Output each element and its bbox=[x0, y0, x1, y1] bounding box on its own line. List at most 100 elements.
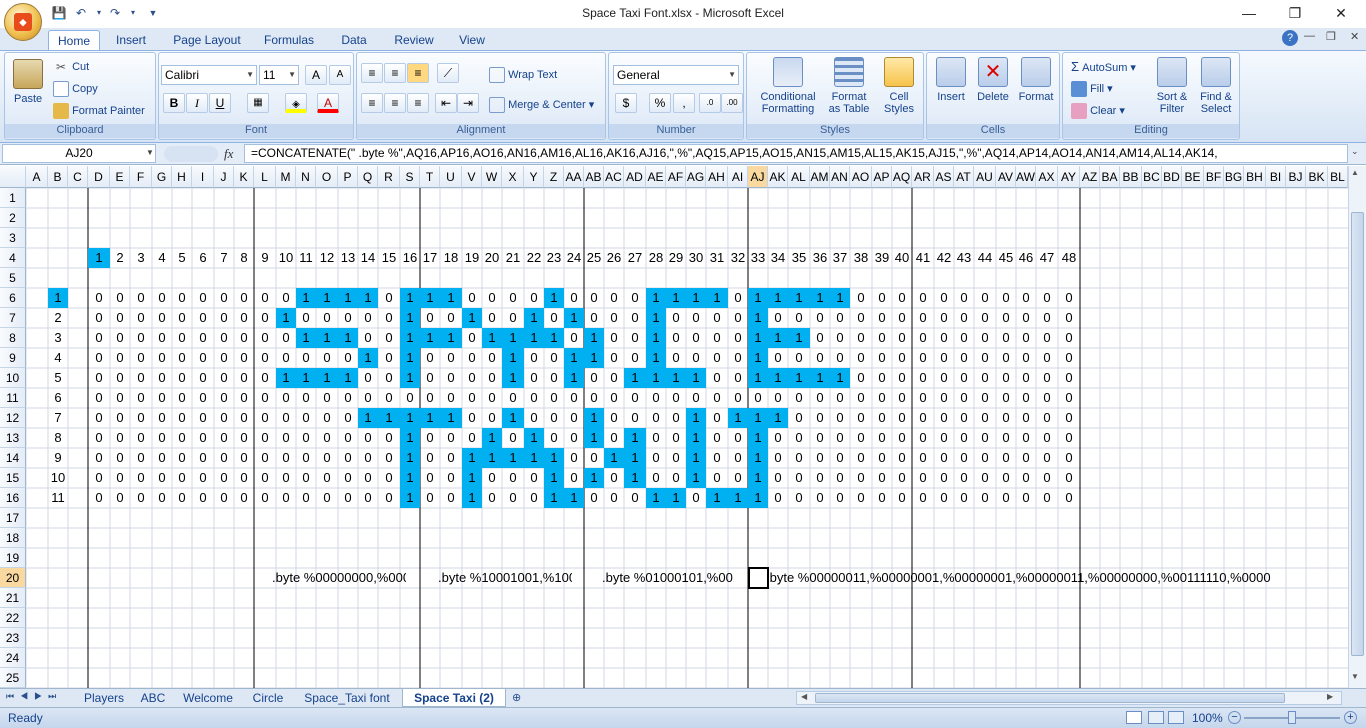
select-all-corner[interactable] bbox=[0, 166, 26, 188]
customize-qat-icon[interactable]: ▼ bbox=[144, 4, 162, 22]
copy-button[interactable]: Copy bbox=[53, 81, 98, 97]
sheet-tab-abc[interactable]: ABC bbox=[136, 689, 170, 707]
column-header[interactable]: AO bbox=[850, 166, 872, 188]
column-header[interactable]: AW bbox=[1016, 166, 1036, 188]
ribbon-restore-icon[interactable]: ❐ bbox=[1326, 30, 1336, 43]
column-header[interactable]: BB bbox=[1120, 166, 1142, 188]
row-header[interactable]: 3 bbox=[0, 228, 26, 248]
column-header[interactable]: AN bbox=[830, 166, 850, 188]
fill-color-button[interactable]: ◈ bbox=[285, 93, 307, 113]
scroll-left-icon[interactable]: ◀ bbox=[801, 692, 807, 701]
undo-icon[interactable]: ↶ bbox=[72, 4, 90, 22]
column-header[interactable]: T bbox=[420, 166, 440, 188]
column-header[interactable]: AR bbox=[912, 166, 934, 188]
row-header[interactable]: 23 bbox=[0, 628, 26, 648]
save-icon[interactable]: 💾 bbox=[50, 4, 68, 22]
column-header[interactable]: N bbox=[296, 166, 316, 188]
vertical-scrollbar[interactable]: ▲ ▼ bbox=[1348, 166, 1366, 688]
merge-center-button[interactable]: Merge & Center ▾ bbox=[489, 97, 594, 113]
format-as-table-button[interactable]: Format as Table bbox=[823, 55, 875, 121]
redo-dropdown-icon[interactable]: ▾ bbox=[124, 4, 142, 22]
row-header[interactable]: 22 bbox=[0, 608, 26, 628]
column-header[interactable]: AE bbox=[646, 166, 666, 188]
close-button[interactable]: ✕ bbox=[1318, 0, 1364, 26]
decrease-decimal-icon[interactable]: .00 bbox=[721, 93, 743, 113]
row-header[interactable]: 2 bbox=[0, 208, 26, 228]
font-size-select[interactable]: 11 ▼ bbox=[259, 65, 299, 85]
bold-button[interactable]: B bbox=[163, 93, 185, 113]
align-top-icon[interactable]: ≡ bbox=[361, 63, 383, 83]
align-right-icon[interactable]: ≡ bbox=[407, 93, 429, 113]
column-header[interactable]: L bbox=[254, 166, 276, 188]
formula-input[interactable]: =CONCATENATE(" .byte %",AQ16,AP16,AO16,A… bbox=[244, 144, 1348, 163]
align-middle-icon[interactable]: ≡ bbox=[384, 63, 406, 83]
row-header[interactable]: 5 bbox=[0, 268, 26, 288]
column-header[interactable]: BI bbox=[1266, 166, 1286, 188]
paste-label[interactable]: Paste bbox=[14, 93, 42, 105]
conditional-formatting-button[interactable]: Conditional Formatting bbox=[757, 55, 819, 121]
column-header[interactable]: AG bbox=[686, 166, 706, 188]
help-icon[interactable]: ? bbox=[1282, 30, 1298, 46]
row-header[interactable]: 13 bbox=[0, 428, 26, 448]
column-header[interactable]: AH bbox=[706, 166, 728, 188]
sort-filter-button[interactable]: Sort & Filter bbox=[1151, 55, 1193, 121]
row-header[interactable]: 4 bbox=[0, 248, 26, 268]
column-header[interactable]: Q bbox=[358, 166, 378, 188]
name-box-dropdown-icon[interactable]: ▼ bbox=[146, 148, 154, 157]
sheet-tab-space-taxi-font[interactable]: Space_Taxi font bbox=[296, 689, 398, 707]
column-header[interactable]: BL bbox=[1328, 166, 1348, 188]
paste-button[interactable] bbox=[11, 57, 45, 97]
row-header[interactable]: 19 bbox=[0, 548, 26, 568]
column-header[interactable]: AK bbox=[768, 166, 788, 188]
number-format-select[interactable]: General ▼ bbox=[613, 65, 739, 85]
tab-view[interactable]: View bbox=[452, 30, 492, 50]
tab-home[interactable]: Home bbox=[48, 30, 100, 50]
scroll-down-icon[interactable]: ▼ bbox=[1351, 672, 1359, 681]
zoom-slider-thumb[interactable] bbox=[1288, 711, 1296, 724]
row-header[interactable]: 7 bbox=[0, 308, 26, 328]
sheet-tab-circle[interactable]: Circle bbox=[246, 689, 290, 707]
column-header[interactable]: W bbox=[482, 166, 502, 188]
zoom-out-icon[interactable]: − bbox=[1228, 711, 1241, 724]
column-header[interactable]: AQ bbox=[892, 166, 912, 188]
column-header[interactable]: BE bbox=[1182, 166, 1204, 188]
column-header[interactable]: AC bbox=[604, 166, 624, 188]
cell-styles-button[interactable]: Cell Styles bbox=[877, 55, 921, 121]
column-header[interactable]: D bbox=[88, 166, 110, 188]
insert-cells-button[interactable]: Insert bbox=[931, 55, 971, 121]
column-header[interactable]: U bbox=[440, 166, 462, 188]
font-name-select[interactable]: Calibri ▼ bbox=[161, 65, 257, 85]
sheet-tab-space-taxi-2[interactable]: Space Taxi (2) bbox=[402, 689, 506, 707]
column-header[interactable]: AS bbox=[934, 166, 954, 188]
normal-view-icon[interactable] bbox=[1126, 711, 1142, 724]
find-select-button[interactable]: Find & Select bbox=[1195, 55, 1237, 121]
column-header[interactable]: K bbox=[234, 166, 254, 188]
column-header[interactable]: BG bbox=[1224, 166, 1244, 188]
tab-page-layout[interactable]: Page Layout bbox=[168, 30, 246, 50]
column-header[interactable]: H bbox=[172, 166, 192, 188]
sheet-tab-welcome[interactable]: Welcome bbox=[176, 689, 240, 707]
column-header[interactable]: AI bbox=[728, 166, 748, 188]
column-header[interactable]: B bbox=[48, 166, 68, 188]
column-header[interactable]: BF bbox=[1204, 166, 1224, 188]
row-header[interactable]: 8 bbox=[0, 328, 26, 348]
grow-font-button[interactable]: A bbox=[305, 65, 327, 85]
delete-cells-button[interactable]: ✕ Delete bbox=[973, 55, 1013, 121]
row-header[interactable]: 15 bbox=[0, 468, 26, 488]
worksheet-grid[interactable]: 1 2 3 4 5 6 7 8 9 10 11 12 13 14 15 16 17 18 19 20 21 22 23 24 2… bbox=[0, 166, 1348, 688]
italic-button[interactable]: I bbox=[186, 93, 208, 113]
column-header[interactable]: AA bbox=[564, 166, 584, 188]
column-header[interactable]: AD bbox=[624, 166, 646, 188]
column-header[interactable]: AJ bbox=[748, 166, 768, 188]
font-color-button[interactable]: A bbox=[317, 93, 339, 113]
tab-formulas[interactable]: Formulas bbox=[258, 30, 320, 50]
column-header[interactable]: BC bbox=[1142, 166, 1162, 188]
column-header[interactable]: J bbox=[214, 166, 234, 188]
column-header[interactable]: R bbox=[378, 166, 400, 188]
column-header[interactable]: O bbox=[316, 166, 338, 188]
sheet-nav-icons[interactable]: ⏮◀▶⏭ bbox=[6, 691, 62, 702]
row-header[interactable]: 17 bbox=[0, 508, 26, 528]
tab-data[interactable]: Data bbox=[334, 30, 374, 50]
column-header[interactable]: BH bbox=[1244, 166, 1266, 188]
minimize-button[interactable]: — bbox=[1226, 0, 1272, 26]
